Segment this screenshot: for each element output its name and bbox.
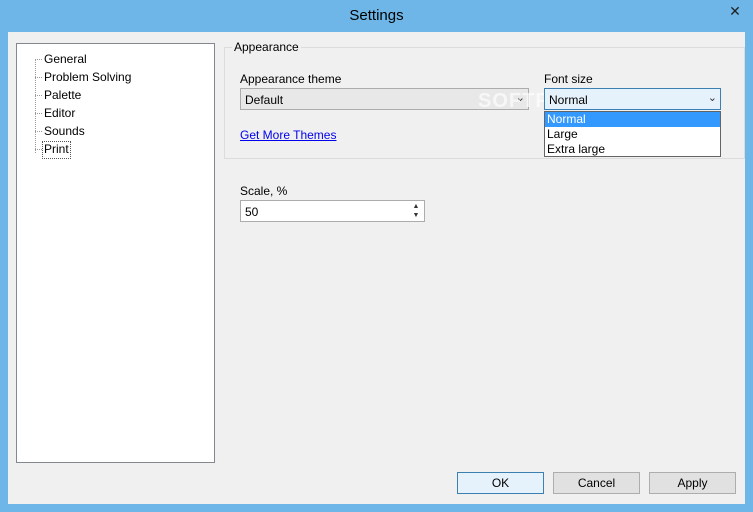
settings-window: Settings ✕ General Problem Solving Palet… [0,0,753,512]
tree-connector-line [35,95,42,96]
font-size-combo[interactable]: Normal ⌄ [544,88,721,110]
tree-item-editor[interactable]: Editor [42,105,77,121]
get-more-themes-link[interactable]: Get More Themes [240,128,336,142]
chevron-down-icon: ⌄ [515,92,525,104]
spin-arrows-icon[interactable]: ▲ ▼ [411,202,421,220]
font-size-option-extra-large[interactable]: Extra large [545,142,720,157]
scale-value: 50 [245,205,259,219]
tree-item-palette[interactable]: Palette [42,87,83,103]
chevron-down-icon[interactable]: ⌄ [708,91,717,104]
appearance-theme-value: Default [245,93,284,107]
font-size-value: Normal [549,93,588,107]
cancel-button[interactable]: Cancel [553,472,640,494]
appearance-group-label: Appearance [232,40,301,54]
tree-connector-line [35,77,42,78]
scale-spinbox[interactable]: 50 ▲ ▼ [240,200,425,222]
tree-connector-line [35,113,42,114]
settings-category-tree[interactable]: General Problem Solving Palette Editor S… [16,43,215,463]
tree-item-print[interactable]: Print [42,141,71,159]
tree-item-problem-solving[interactable]: Problem Solving [42,69,133,85]
appearance-theme-label: Appearance theme [240,72,342,86]
title-bar[interactable]: Settings ✕ [0,0,753,32]
window-title: Settings [349,7,404,24]
tree-connector-line [35,59,36,153]
font-size-option-large[interactable]: Large [545,127,720,142]
tree-item-general[interactable]: General [42,51,89,67]
tree-connector-line [35,59,42,60]
close-icon[interactable]: ✕ [724,2,746,20]
tree-item-sounds[interactable]: Sounds [42,123,87,139]
font-size-option-normal[interactable]: Normal [545,112,720,127]
appearance-theme-combo[interactable]: Default ⌄ [240,88,529,110]
tree-connector-line [35,131,42,132]
tree-connector-line [35,149,42,150]
scale-label: Scale, % [240,184,288,198]
apply-button[interactable]: Apply [649,472,736,494]
dialog-client-area: General Problem Solving Palette Editor S… [8,32,745,504]
ok-button[interactable]: OK [457,472,544,494]
font-size-label: Font size [544,72,593,86]
font-size-dropdown-list[interactable]: Normal Large Extra large [544,111,721,157]
